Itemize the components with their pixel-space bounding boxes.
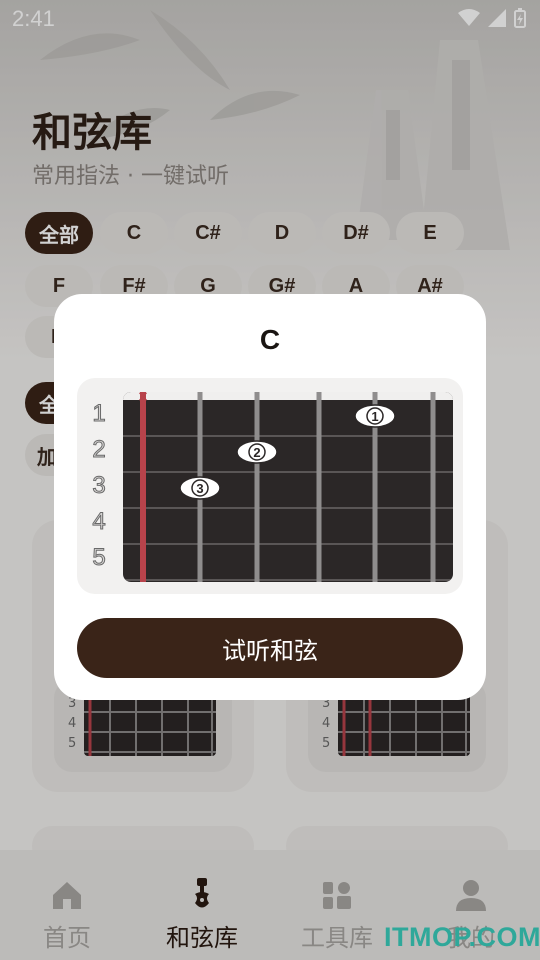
fret-number: 5 [92,544,106,572]
finger-number: 2 [253,445,260,460]
chord-diagram: 1 2 3 4 5 × 1 2 3 [77,378,463,594]
fret-number: 2 [92,436,106,464]
chord-name: C [259,324,281,355]
fretboard: × 1 2 3 [123,392,453,582]
fret-number: 1 [92,400,106,428]
muted-string-marker: × [137,392,149,405]
finger-number: 1 [371,409,378,424]
fret-number: 4 [92,508,106,536]
chord-detail-dialog: C 1 2 3 4 5 × 1 2 3 试听和弦 [54,294,486,700]
fret-number: 3 [92,472,106,500]
watermark: ITMOP.COM [384,922,540,952]
finger-number: 3 [196,481,203,496]
play-chord-button[interactable]: 试听和弦 [77,618,463,678]
